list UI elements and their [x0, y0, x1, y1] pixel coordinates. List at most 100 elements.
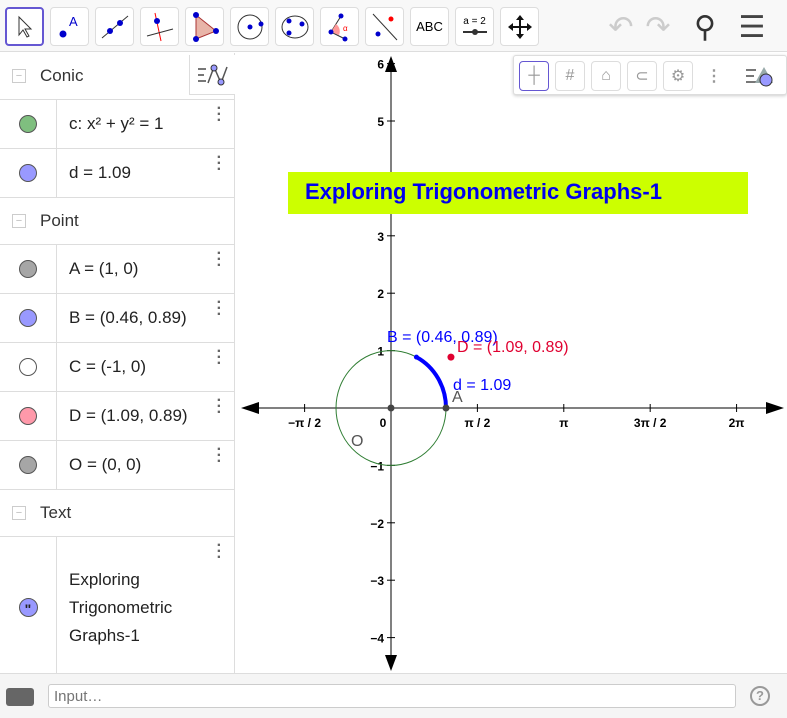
more-vertical-icon[interactable]: · · · [217, 344, 222, 372]
circle-tool-button[interactable] [230, 7, 269, 46]
graph-title: Exploring Trigonometric Graphs-1 [305, 179, 662, 204]
move-graphics-tool-icon [507, 14, 532, 39]
algebra-view-toggle-button[interactable] [189, 55, 235, 95]
conic-tool-button[interactable] [275, 7, 314, 46]
svg-text:α: α [343, 24, 348, 33]
point-capturing-button[interactable]: ⊂ [627, 61, 657, 91]
more-vertical-icon[interactable]: · · · [217, 295, 222, 323]
conic-tool-icon [281, 15, 308, 38]
y-axis-arrow-down [385, 655, 397, 671]
point-b[interactable] [413, 354, 419, 360]
redo-button[interactable]: ↷ [641, 10, 675, 44]
menu-button[interactable]: ☰ [735, 10, 769, 44]
algebra-item-text[interactable]: d = 1.09 [57, 149, 143, 197]
slider-tool-label: a = 2 [463, 16, 486, 27]
point-a[interactable] [442, 404, 450, 412]
more-vertical-icon[interactable]: · · · [217, 538, 222, 566]
reflect-tool-button[interactable] [365, 7, 404, 46]
label-D: D = (1.09, 0.89) [457, 339, 569, 356]
algebra-item[interactable]: D = (1.09, 0.89) · · · [0, 391, 234, 440]
search-button[interactable]: ⚲ [688, 10, 722, 44]
algebra-item-text[interactable]: C = (-1, 0) [57, 343, 158, 391]
algebra-item[interactable]: C = (-1, 0) · · · [0, 342, 234, 391]
algebra-item[interactable]: d = 1.09 · · · [0, 148, 234, 197]
input-field[interactable] [48, 684, 736, 708]
x-tick-label: 0 [380, 416, 387, 430]
point-d[interactable] [447, 353, 455, 361]
collapse-icon[interactable]: − [12, 506, 26, 520]
visibility-toggle[interactable] [19, 309, 37, 327]
angle-tool-icon: α [328, 13, 348, 41]
more-vertical-icon[interactable]: · · · [217, 150, 222, 178]
text-tool-button[interactable]: ABC [410, 7, 449, 46]
polygon-tool-icon [192, 11, 219, 42]
perpendicular-tool-button[interactable] [140, 7, 179, 46]
view-menu-icon[interactable] [744, 61, 774, 91]
line-tool-button[interactable] [95, 7, 134, 46]
algebra-item[interactable]: A = (1, 0) · · · [0, 244, 234, 293]
perpendicular-tool-icon [146, 12, 173, 41]
point-tool-label: A [69, 14, 78, 29]
algebra-item-text[interactable]: Exploring Trigonometric Graphs-1 [57, 537, 197, 678]
point-tool-button[interactable]: A [50, 7, 89, 46]
collapse-icon[interactable]: − [12, 69, 26, 83]
x-tick-label: 3π / 2 [634, 416, 667, 430]
x-axis-arrow-left [241, 402, 259, 414]
algebra-item-text[interactable]: O = (0, 0) [57, 441, 153, 489]
visibility-toggle[interactable] [19, 407, 37, 425]
toolbar: Aα ABC a = 2 ↶ ↷ ⚲ ☰ [0, 0, 787, 52]
y-tick-label: 6 [377, 58, 384, 72]
gear-icon[interactable]: ⚙ [663, 61, 693, 91]
group-header-point[interactable]: − Point [0, 198, 234, 244]
visibility-toggle[interactable] [19, 260, 37, 278]
algebra-item-text[interactable]: D = (1.09, 0.89) [57, 392, 200, 440]
more-vertical-icon[interactable]: · · · [217, 442, 222, 470]
help-icon[interactable]: ? [750, 686, 770, 706]
visibility-toggle[interactable] [19, 456, 37, 474]
text-tool-label: ABC [416, 19, 443, 34]
toggle-axes-button[interactable]: ┼ [519, 61, 549, 91]
more-vertical-icon[interactable]: · · · [217, 393, 222, 421]
more-vertical-icon[interactable]: ⋮ [699, 61, 729, 91]
algebra-item-text[interactable]: c: x² + y² = 1 [57, 100, 175, 148]
visibility-toggle[interactable] [19, 115, 37, 133]
algebra-view: − Conic c: x² + y² = 1 · · · d = 1.09 · · · − Point… [0, 53, 235, 678]
x-tick-label: π / 2 [464, 416, 490, 430]
algebra-item[interactable]: B = (0.46, 0.89) · · · [0, 293, 234, 342]
input-bar: ? [0, 673, 787, 718]
slider-tool-button[interactable]: a = 2 [455, 7, 494, 46]
y-tick-label: −4 [370, 632, 384, 646]
home-icon[interactable]: ⌂ [591, 61, 621, 91]
algebra-item-text[interactable]: B = (0.46, 0.89) [57, 294, 199, 342]
more-vertical-icon[interactable]: · · · [217, 101, 222, 129]
graphics-view[interactable]: −π / 20π / 2π3π / 22π654321−1−2−3−4B = (… [241, 53, 787, 673]
move-tool-icon [18, 15, 32, 38]
algebra-item[interactable]: c: x² + y² = 1 · · · [0, 99, 234, 148]
point-o[interactable] [387, 404, 395, 412]
visibility-toggle[interactable] [19, 358, 37, 376]
line-tool-icon [101, 15, 128, 38]
y-tick-label: −2 [370, 517, 384, 531]
algebra-item-text[interactable]: A = (1, 0) [57, 245, 150, 293]
quote-icon[interactable]: " [18, 598, 38, 617]
label-A: A [452, 389, 463, 406]
algebra-graph-icon [197, 64, 228, 85]
toggle-grid-button[interactable]: # [555, 61, 585, 91]
x-tick-label: 2π [729, 416, 745, 430]
angle-tool-button[interactable]: α [320, 7, 359, 46]
y-tick-label: 2 [377, 287, 384, 301]
visibility-toggle[interactable] [19, 164, 37, 182]
algebra-item[interactable]: O = (0, 0) · · · [0, 440, 234, 489]
keyboard-icon[interactable] [6, 688, 34, 706]
polygon-tool-button[interactable] [185, 7, 224, 46]
move-tool-button[interactable] [5, 7, 44, 46]
more-vertical-icon[interactable]: · · · [217, 246, 222, 274]
graphics-style-bar: ┼ # ⌂ ⊂ ⚙ ⋮ [513, 55, 787, 95]
undo-button[interactable]: ↶ [604, 10, 638, 44]
algebra-item[interactable]: " Exploring Trigonometric Graphs-1 · · · [0, 536, 234, 678]
move-graphics-tool-button[interactable] [500, 7, 539, 46]
x-axis-arrow-right [766, 402, 784, 414]
collapse-icon[interactable]: − [12, 214, 26, 228]
arc-d[interactable] [415, 355, 448, 409]
group-header-text[interactable]: − Text [0, 490, 234, 536]
